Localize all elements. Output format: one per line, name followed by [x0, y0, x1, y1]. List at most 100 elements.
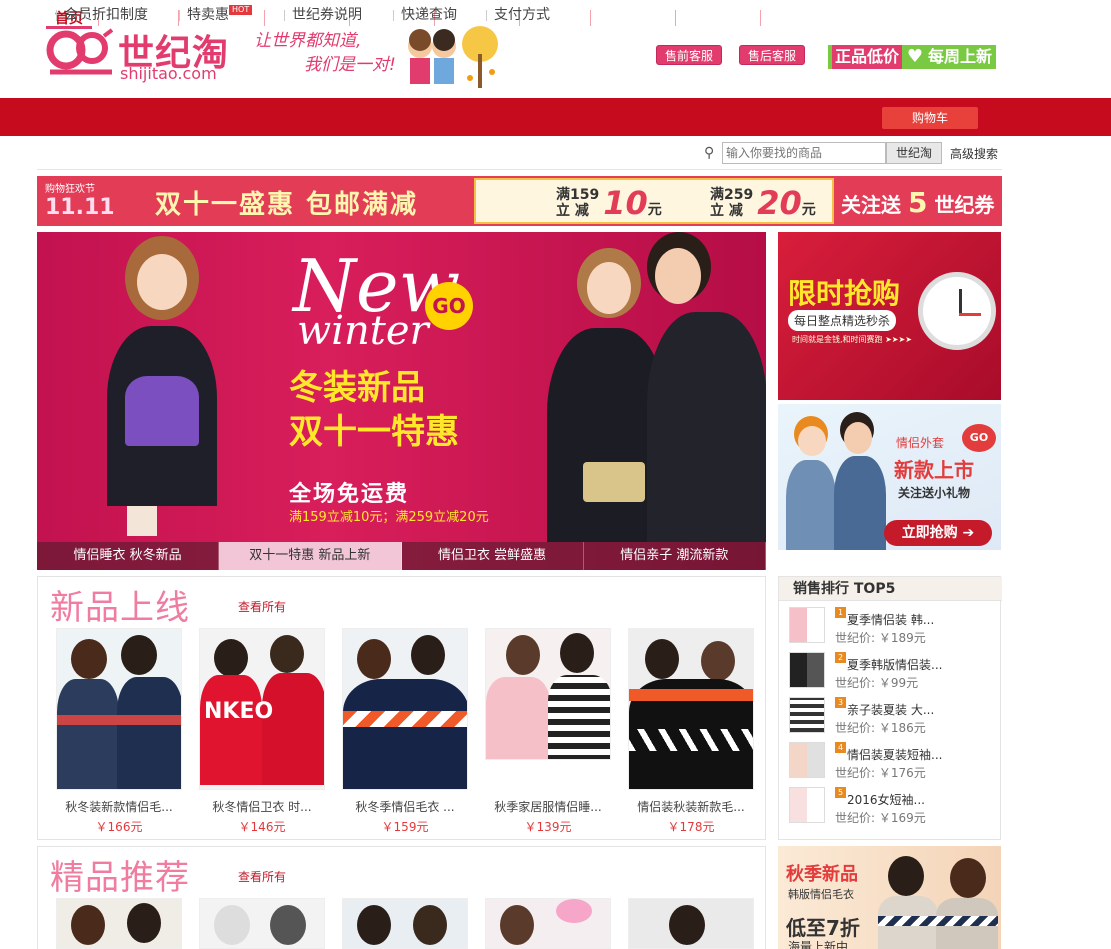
- product-name[interactable]: 秋季家居服情侣睡...: [485, 798, 611, 815]
- product-price: ￥159元: [381, 820, 429, 834]
- event-big-text: 11.11: [45, 195, 115, 220]
- featured-product-image[interactable]: [199, 898, 325, 949]
- ranking-item[interactable]: 2 夏季韩版情侣装... 世纪价: ￥99元: [789, 652, 999, 696]
- hero-tab[interactable]: 情侣卫衣 尝鲜盛惠: [401, 542, 584, 570]
- nav-item-couple-shirt[interactable]: 情侣衬衫: [598, 9, 668, 29]
- aftersale-service-button[interactable]: 售后客服: [739, 45, 805, 65]
- sales-ranking-panel: 销售排行 TOP5 1 夏季情侣装 韩... 世纪价: ￥189元 2 夏季韩版…: [778, 576, 1002, 840]
- cart-button[interactable]: 购物车: [882, 107, 978, 129]
- promo-badge: 正品低价 ♥ 每周上新: [828, 45, 996, 69]
- couple-coat-banner[interactable]: GO 情侣外套 新款上市 关注送小礼物 立即抢购 ➔: [778, 404, 1001, 550]
- new-arrivals-more-link[interactable]: 查看所有: [238, 598, 286, 615]
- ranking-price: 世纪价: ￥189元: [835, 631, 926, 645]
- rank-number: 2: [835, 652, 846, 663]
- subnav-express-query[interactable]: 快递查询: [393, 6, 457, 24]
- product-name[interactable]: 情侣装秋装新款毛...: [628, 798, 754, 815]
- product-name[interactable]: 秋冬季情侣毛衣 ...: [342, 798, 468, 815]
- hero-model-left: [107, 236, 217, 536]
- featured-more-link[interactable]: 查看所有: [238, 868, 286, 885]
- subnav-member-discount[interactable]: 会员折扣制度: [56, 6, 148, 24]
- hero-carousel[interactable]: New GO winter 冬装新品 双十一特惠 全场免运费 满159立减10元…: [37, 232, 766, 570]
- follow-suffix: 世纪券: [934, 193, 995, 217]
- subnav-coupon-info[interactable]: 世纪券说明: [284, 6, 362, 24]
- ranking-thumbnail[interactable]: [789, 742, 825, 778]
- logo-text-en: shijitao.com: [120, 64, 217, 83]
- flash-sale-banner[interactable]: 限时抢购 每日整点精选秒杀 时间就是金钱,和时间赛跑 ➤➤➤➤: [778, 232, 1001, 400]
- ranking-thumbnail[interactable]: [789, 787, 825, 823]
- product-card[interactable]: 情侣装秋装新款毛... ￥178元: [628, 628, 754, 838]
- subnav-special-sale[interactable]: 特卖惠: [179, 6, 229, 24]
- coupon-unit: 元: [801, 202, 816, 218]
- product-price: ￥139元: [524, 820, 572, 834]
- ranking-name[interactable]: 亲子装夏装 大...: [847, 701, 934, 718]
- ranking-name[interactable]: 夏季韩版情侣装...: [847, 656, 942, 673]
- nav-item-all-categories[interactable]: 所有分类: [683, 9, 753, 29]
- coupon-label: 立 减: [556, 203, 589, 219]
- autumn-models: [878, 852, 998, 949]
- product-image[interactable]: [485, 628, 611, 760]
- autumn-discount: 低至7折: [786, 916, 860, 940]
- ranking-item[interactable]: 3 亲子装夏装 大... 世纪价: ￥186元: [789, 697, 999, 741]
- promo-strip-banner[interactable]: 购物狂欢节 11.11 双十一盛惠 包邮满减 满159 立 减 10 元 满259…: [37, 176, 1002, 226]
- binoculars-icon: ⚲: [704, 145, 715, 161]
- ranking-thumbnail[interactable]: [789, 652, 825, 688]
- autumn-subtitle: 韩版情侣毛衣: [788, 888, 854, 901]
- coupon-unit: 元: [647, 202, 662, 218]
- follow-prefix: 关注送: [841, 193, 901, 217]
- search-button[interactable]: 世纪淘: [886, 142, 942, 164]
- coupon-threshold: 满159: [556, 187, 600, 203]
- ranking-price: 世纪价: ￥99元: [835, 676, 919, 690]
- hero-tab[interactable]: 情侣睡衣 秋冬新品: [37, 542, 220, 570]
- product-price: ￥146元: [238, 820, 286, 834]
- featured-title: 精品推荐: [50, 858, 190, 898]
- product-card[interactable]: 秋冬装新款情侣毛... ￥166元: [56, 628, 182, 838]
- ranking-name[interactable]: 情侣装夏装短袖...: [847, 746, 942, 763]
- ranking-price: 世纪价: ￥186元: [835, 721, 926, 735]
- hero-tab-active[interactable]: 双十一特惠 新品上新: [219, 542, 402, 570]
- ranking-name[interactable]: 夏季情侣装 韩...: [847, 611, 934, 628]
- subnav-payment[interactable]: 支付方式: [486, 6, 550, 24]
- product-card[interactable]: 秋冬季情侣毛衣 ... ￥159元: [342, 628, 468, 838]
- outer-go-bubble: GO: [962, 424, 996, 452]
- product-image[interactable]: [56, 628, 182, 790]
- featured-product-image[interactable]: [485, 898, 611, 949]
- buy-now-button[interactable]: 立即抢购 ➔: [884, 520, 992, 546]
- ranking-item[interactable]: 5 2016女短袖... 世纪价: ￥169元: [789, 787, 999, 831]
- follow-number: 5: [907, 186, 928, 219]
- product-image[interactable]: NKEO: [199, 628, 325, 790]
- product-card[interactable]: 秋季家居服情侣睡... ￥139元: [485, 628, 611, 838]
- ranking-thumbnail[interactable]: [789, 607, 825, 643]
- coupon-amount: 20: [757, 184, 802, 222]
- hero-tab[interactable]: 情侣亲子 潮流新款: [583, 542, 766, 570]
- hero-winter-text: winter: [297, 308, 429, 354]
- coupon-amount: 10: [603, 184, 648, 222]
- site-logo[interactable]: 世纪淘 shijitao.com: [46, 24, 236, 84]
- ranking-item[interactable]: 4 情侣装夏装短袖... 世纪价: ￥176元: [789, 742, 999, 786]
- ranking-item[interactable]: 1 夏季情侣装 韩... 世纪价: ￥189元: [789, 607, 999, 651]
- featured-product-image[interactable]: [628, 898, 754, 949]
- product-image[interactable]: [342, 628, 468, 790]
- coupon-10[interactable]: 满159 立 减 10 元: [556, 184, 706, 222]
- rank-number: 5: [835, 787, 846, 798]
- follow-coupon-text: 关注送 5 世纪券: [841, 186, 994, 219]
- new-arrivals-title: 新品上线: [50, 588, 190, 628]
- hero-headline-2: 双十一特惠: [289, 412, 459, 452]
- clock-icon: [918, 272, 996, 350]
- coupon-20[interactable]: 满259 立 减 20 元: [710, 184, 860, 222]
- product-price: ￥178元: [667, 820, 715, 834]
- presale-service-button[interactable]: 售前客服: [656, 45, 722, 65]
- featured-product-image[interactable]: [56, 898, 182, 949]
- promo-right-text: 每周上新: [927, 47, 992, 66]
- product-name[interactable]: 秋冬装新款情侣毛...: [56, 798, 182, 815]
- rank-number: 4: [835, 742, 846, 753]
- search-input[interactable]: [722, 142, 886, 164]
- product-name[interactable]: 秋冬情侣卫衣 时...: [199, 798, 325, 815]
- featured-product-image[interactable]: [342, 898, 468, 949]
- ranking-thumbnail[interactable]: [789, 697, 825, 733]
- ranking-name[interactable]: 2016女短袖...: [847, 791, 925, 808]
- autumn-new-banner[interactable]: 秋季新品 韩版情侣毛衣 低至7折 海量上新中: [778, 846, 1001, 949]
- advanced-search-link[interactable]: 高级搜索: [950, 145, 998, 162]
- product-image[interactable]: [628, 628, 754, 790]
- nav-divider: [590, 10, 591, 26]
- product-card[interactable]: NKEO 秋冬情侣卫衣 时... ￥146元: [199, 628, 325, 838]
